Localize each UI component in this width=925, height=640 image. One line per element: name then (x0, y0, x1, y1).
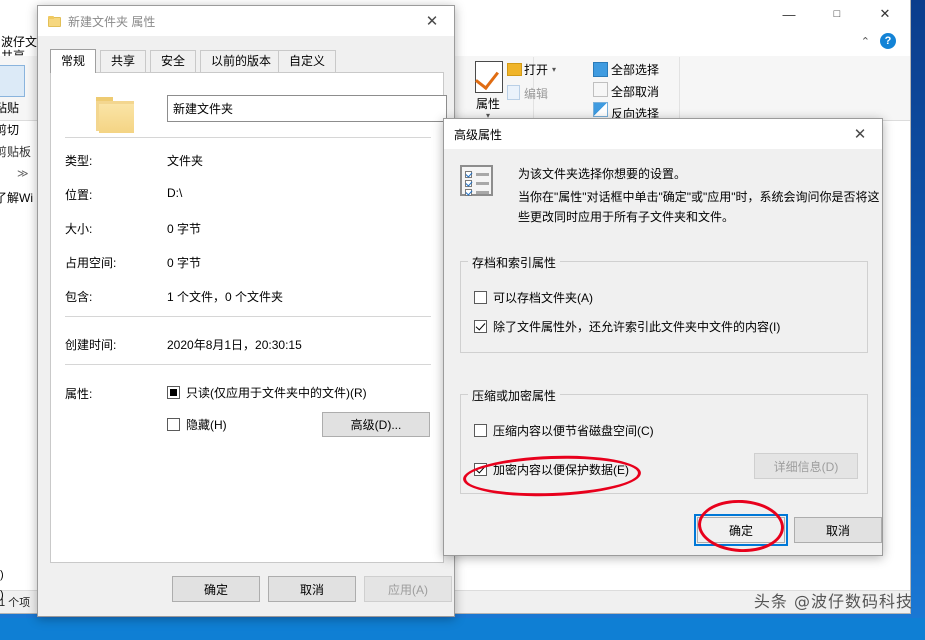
hidden-label: 隐藏(H) (186, 418, 227, 432)
encrypt-contents-checkbox[interactable] (474, 463, 487, 476)
status-smiley-2: :) (0, 589, 4, 601)
hidden-checkbox[interactable] (167, 418, 180, 431)
edit-button[interactable]: 编辑 (507, 83, 563, 103)
label-created: 创建时间: (65, 338, 117, 352)
select-all-label: 全部选择 (611, 62, 660, 77)
archive-folder-label: 可以存档文件夹(A) (493, 291, 593, 305)
encrypt-contents-checkbox-row[interactable]: 加密内容以便保护数据(E) (474, 461, 629, 478)
large-folder-icon (96, 97, 136, 133)
advanced-cancel-button[interactable]: 取消 (794, 517, 882, 543)
label-size: 大小: (65, 222, 93, 236)
advanced-attributes-dialog: 高级属性 ✕ 为该文件夹选择你想要的设置。 当你在"属性"对话框中单击"确定"或… (443, 118, 883, 556)
clipboard-group-title: 剪贴板 (0, 145, 32, 159)
archive-folder-checkbox[interactable] (474, 291, 487, 304)
value-contains: 1 个文件，0 个文件夹 (167, 290, 284, 304)
compress-contents-checkbox[interactable] (474, 424, 487, 437)
open-folder-icon (507, 63, 522, 76)
compress-contents-checkbox-row[interactable]: 压缩内容以便节省磁盘空间(C) (474, 422, 654, 439)
value-size: 0 字节 (167, 222, 202, 236)
compress-contents-label: 压缩内容以便节省磁盘空间(C) (493, 424, 654, 438)
properties-ribbon-label: 属性 (475, 97, 500, 111)
encrypt-contents-label: 加密内容以便保护数据(E) (493, 463, 629, 477)
advanced-description-line-3: 些更改同时应用于所有子文件夹和文件。 (518, 210, 735, 224)
watermark-text: 头条 @波仔数码科技 (753, 592, 913, 611)
cut-label[interactable]: 剪切 (0, 121, 19, 138)
folder-icon (48, 15, 61, 27)
select-column: 全部选择 全部取消 反向选择 (593, 59, 679, 123)
paste-label[interactable]: 粘贴 (0, 99, 19, 116)
tab-previous-versions[interactable]: 以前的版本 (200, 50, 283, 72)
ribbon-open-column: 打开 ▾ 编辑 (507, 59, 563, 103)
properties-title: 新建文件夹 属性 (68, 14, 156, 29)
properties-tab-strip: 常规 共享 安全 以前的版本 自定义 (50, 49, 444, 73)
learn-windows-label[interactable]: 了解Wi (0, 189, 33, 206)
edit-icon (507, 85, 520, 100)
select-none-button[interactable]: 全部取消 (593, 81, 679, 101)
hidden-checkbox-row[interactable]: 隐藏(H) (167, 416, 227, 433)
value-type: 文件夹 (167, 154, 204, 168)
explorer-maximize-button[interactable]: □ (814, 0, 860, 29)
details-button: 详细信息(D) (754, 453, 858, 479)
label-size-on-disk: 占用空间: (65, 256, 117, 270)
select-all-icon (593, 62, 608, 77)
value-created: 2020年8月1日，20:30:15 (167, 338, 302, 352)
edit-label: 编辑 (524, 86, 549, 101)
status-items-count: 1 个项 (0, 597, 31, 609)
open-caret-icon[interactable]: ▾ (552, 65, 556, 74)
advanced-title-bar: 高级属性 (444, 119, 882, 149)
tab-sharing[interactable]: 共享 (100, 50, 147, 72)
settings-list-icon (460, 165, 493, 196)
properties-general-page: 类型: 文件夹 位置: D:\ 大小: 0 字节 占用空间: 0 字节 包含: … (50, 72, 447, 563)
properties-icon (475, 61, 503, 93)
ribbon-collapse-icon[interactable]: ⌃ (861, 35, 870, 48)
advanced-button[interactable]: 高级(D)... (322, 412, 430, 437)
paste-icon[interactable] (0, 65, 25, 97)
open-label: 打开 (524, 62, 549, 77)
readonly-checkbox-row[interactable]: 只读(仅应用于文件夹中的文件)(R) (167, 384, 367, 401)
properties-title-bar: 新建文件夹 属性 (38, 6, 454, 36)
tab-general[interactable]: 常规 (50, 49, 97, 73)
value-size-on-disk: 0 字节 (167, 256, 202, 270)
readonly-checkbox[interactable] (167, 386, 180, 399)
help-icon[interactable]: ? (880, 33, 896, 49)
chevron-right-icon[interactable]: ≫ (17, 167, 29, 180)
archive-index-group-caption: 存档和索引属性 (468, 254, 561, 271)
select-none-icon (593, 82, 608, 97)
archive-index-group (460, 261, 868, 353)
advanced-title: 高级属性 (454, 127, 503, 142)
properties-ribbon-button[interactable]: 属性 ▾ (465, 59, 511, 120)
label-attributes: 属性: (65, 387, 93, 401)
label-type: 类型: (65, 154, 93, 168)
properties-cancel-button[interactable]: 取消 (268, 576, 356, 602)
index-contents-checkbox-row[interactable]: 除了文件属性外，还允许索引此文件夹中文件的内容(I) (474, 318, 780, 335)
properties-close-button[interactable]: ✕ (410, 6, 454, 36)
select-none-label: 全部取消 (611, 84, 660, 99)
explorer-minimize-button[interactable]: — (766, 0, 812, 29)
properties-ok-button[interactable]: 确定 (172, 576, 260, 602)
properties-apply-button: 应用(A) (364, 576, 452, 602)
advanced-description-line-2: 当你在"属性"对话框中单击"确定"或"应用"时，系统会询问你是否将这 (518, 190, 880, 204)
invert-selection-icon (593, 102, 608, 117)
label-location: 位置: (65, 188, 93, 202)
readonly-label: 只读(仅应用于文件夹中的文件)(R) (186, 386, 367, 400)
value-location: D:\ (167, 186, 183, 200)
select-all-button[interactable]: 全部选择 (593, 59, 679, 79)
status-smiley-1: :) (0, 569, 4, 581)
label-contains: 包含: (65, 290, 93, 304)
tab-customize[interactable]: 自定义 (278, 50, 337, 72)
taskbar[interactable] (0, 618, 925, 640)
index-contents-label: 除了文件属性外，还允许索引此文件夹中文件的内容(I) (493, 320, 781, 334)
explorer-close-button[interactable]: ✕ (862, 0, 908, 29)
advanced-ok-button[interactable]: 确定 (694, 514, 788, 546)
advanced-close-button[interactable]: ✕ (838, 119, 882, 149)
tab-security[interactable]: 安全 (150, 50, 197, 72)
compress-encrypt-group-caption: 压缩或加密属性 (468, 387, 561, 404)
folder-name-input[interactable] (167, 95, 447, 122)
index-contents-checkbox[interactable] (474, 320, 487, 333)
archive-folder-checkbox-row[interactable]: 可以存档文件夹(A) (474, 289, 593, 306)
advanced-description-line-1: 为该文件夹选择你想要的设置。 (518, 167, 687, 181)
folder-properties-dialog: 新建文件夹 属性 ✕ 常规 共享 安全 以前的版本 自定义 类型: 文件夹 位置… (37, 5, 455, 617)
compress-encrypt-group (460, 394, 868, 494)
open-button[interactable]: 打开 ▾ (507, 59, 563, 79)
